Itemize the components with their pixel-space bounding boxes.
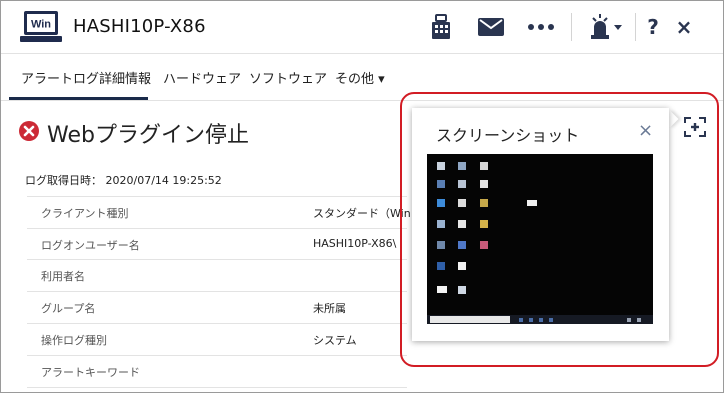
tab-hardware[interactable]: ハードウェア: [163, 68, 241, 87]
close-icon[interactable]: ×: [674, 13, 694, 41]
alarm-icon[interactable]: [589, 13, 623, 41]
alert-title: Webプラグイン停止: [47, 123, 249, 148]
detail-label: 利用者名: [41, 270, 85, 283]
detail-value: 未所属: [313, 302, 346, 315]
detail-row: 利用者名: [27, 259, 407, 291]
header-divider: [571, 13, 572, 41]
app-window: Win HASHI10P-X86 ? × アラートログ詳細情報 ハードウェア ソ…: [0, 0, 724, 393]
log-timestamp: ログ取得日時： 2020/07/14 19:25:52: [25, 174, 222, 187]
more-icon[interactable]: [527, 13, 555, 41]
detail-label: アラートキーワード: [41, 366, 140, 379]
mail-icon[interactable]: [477, 13, 505, 41]
header-divider: [635, 13, 636, 41]
detail-row: グループ名 未所属: [27, 291, 407, 323]
building-icon[interactable]: [428, 13, 454, 41]
windows-pc-icon: Win: [20, 11, 62, 42]
detail-value: HASHI10P-X86\: [313, 237, 397, 250]
detail-label: 操作ログ種別: [41, 334, 107, 347]
detail-row: ログオンユーザー名 HASHI10P-X86\: [27, 228, 407, 260]
tab-other[interactable]: その他 ▾: [335, 68, 385, 87]
detail-label: ログオンユーザー名: [41, 239, 140, 252]
detail-label: グループ名: [41, 302, 96, 315]
svg-text:Win: Win: [31, 19, 51, 31]
help-icon[interactable]: ?: [644, 13, 662, 41]
detail-label: クライアント種別: [41, 207, 129, 220]
detail-row: クライアント種別 スタンダード（Win: [27, 196, 411, 228]
hostname: HASHI10P-X86: [73, 16, 206, 37]
detail-row: 操作ログ種別 システム: [27, 323, 407, 355]
detail-value: スタンダード（Win: [313, 207, 411, 220]
tab-software[interactable]: ソフトウェア: [249, 68, 327, 87]
error-icon: [19, 121, 39, 141]
active-tab-indicator: [9, 97, 148, 100]
tab-alert-log-details[interactable]: アラートログ詳細情報: [21, 68, 151, 87]
detail-value: システム: [313, 334, 357, 347]
detail-row: アラートキーワード: [27, 355, 407, 388]
popup-highlight-outline: [400, 92, 719, 367]
header-bar: Win HASHI10P-X86 ? ×: [1, 1, 723, 54]
